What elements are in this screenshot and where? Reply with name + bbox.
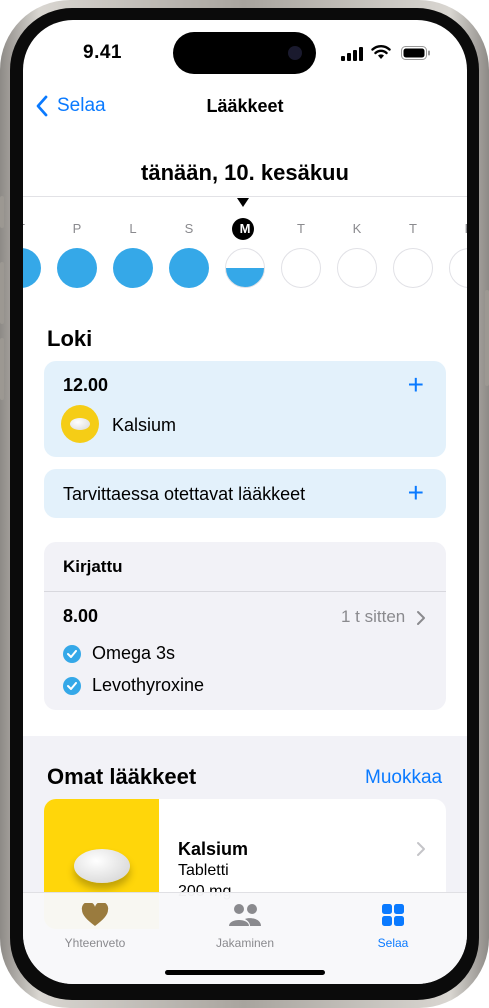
logged-item: Levothyroxine [92,675,205,695]
tab-summary[interactable]: Yhteenveto [35,901,155,950]
logged-relative-time: 1 t sitten [341,607,406,626]
day-letter: T [297,221,305,236]
day-letter: L [129,221,137,236]
scheduled-time: 12.00 [63,375,109,395]
pill-icon [61,405,99,443]
scheduled-dose-card[interactable]: 12.00 + Kalsium [44,361,446,457]
battery-icon [401,46,430,60]
logged-title: Kirjattu [63,557,123,576]
day-letter: P [449,221,467,236]
cellular-signal-icon [341,47,363,61]
add-dose-button[interactable]: + [408,371,424,399]
chevron-right-icon [417,842,425,856]
logged-divider [44,591,446,592]
day-progress-ring[interactable] [281,248,321,288]
logged-time: 8.00 [63,606,99,626]
volume-down-button [0,338,4,400]
medication-form: Tabletti [178,862,229,879]
checkmark-icon [63,645,81,663]
nav-title: Lääkkeet [206,96,284,116]
as-needed-card[interactable]: Tarvittaessa otettavat lääkkeet + [44,469,446,518]
day-progress-ring[interactable] [225,248,265,288]
day-progress-ring[interactable] [337,248,377,288]
day-progress-ring[interactable] [23,248,41,288]
scheduled-medication: Kalsium [112,415,177,435]
as-needed-label: Tarvittaessa otettavat lääkkeet [63,484,306,504]
side-button [485,290,489,386]
tab-label: Selaa [377,936,409,950]
log-title: Loki [47,326,93,351]
status-bar: 9.41 [23,20,467,80]
day-progress-ring[interactable] [113,248,153,288]
date-title: tänään, 10. kesäkuu [141,160,349,185]
day-letter: T [23,221,41,236]
action-button [0,196,4,228]
add-as-needed-button[interactable]: + [408,479,424,507]
logged-item: Omega 3s [92,643,176,663]
chevron-right-icon [417,611,425,625]
heart-icon [81,901,109,926]
tab-browse[interactable]: Selaa [333,903,453,950]
tab-label: Yhteenveto [64,936,126,950]
my-meds-title: Omat lääkkeet [47,764,197,789]
day-progress-ring[interactable] [57,248,97,288]
day-letter: P [72,221,82,236]
phone-frame: 9.41 Selaa Lääkkeet tänään, 10. kesäkuu … [0,0,489,1008]
wifi-icon [371,45,391,59]
checkmark-icon [63,677,81,695]
day-progress-ring[interactable] [169,248,209,288]
tab-label: Jakaminen [215,936,275,950]
logged-card: Kirjattu 8.00 1 t sitten Omega 3s Levoth… [44,542,446,710]
selected-day-indicator [237,198,249,207]
medication-name: Kalsium [178,839,249,859]
tab-sharing[interactable]: Jakaminen [185,903,305,950]
camera-icon [288,46,302,60]
dynamic-island [173,32,316,74]
status-time: 9.41 [83,42,122,63]
people-icon [229,904,261,926]
day-letter: K [352,221,362,236]
day-letter: M [239,221,251,236]
divider [23,196,467,197]
day-progress-ring[interactable] [449,248,467,288]
day-progress-ring[interactable] [393,248,433,288]
grid-icon [382,904,404,926]
home-indicator [165,970,325,975]
volume-up-button [0,262,4,324]
day-letter: T [409,221,417,236]
edit-button[interactable]: Muokkaa [365,767,442,789]
day-letter: S [184,221,194,236]
screen: 9.41 Selaa Lääkkeet tänään, 10. kesäkuu … [23,20,467,984]
pill-icon [74,849,130,883]
